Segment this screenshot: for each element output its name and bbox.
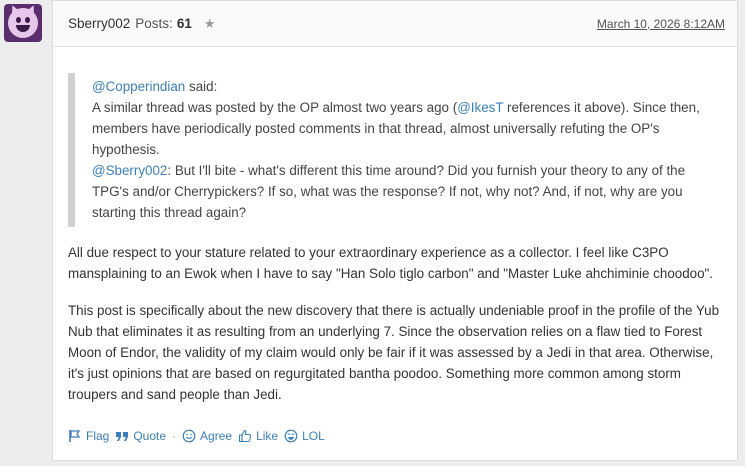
author-username[interactable]: Sberry002 (68, 16, 130, 31)
flag-icon (68, 429, 82, 443)
post-timestamp-link[interactable]: March 10, 2026 8:12AM (597, 17, 725, 31)
quote-text-part: A similar thread was posted by the OP al… (92, 100, 458, 115)
quote-author-mention[interactable]: @Copperindian (92, 79, 185, 94)
star-icon: ★ (203, 15, 216, 31)
smile-icon (182, 429, 196, 443)
like-label: Like (256, 429, 279, 443)
lol-button[interactable]: LOL (284, 429, 325, 443)
quote-attribution: @Copperindian said: (92, 76, 722, 97)
said-label: said: (189, 79, 218, 94)
post-paragraph: All due respect to your stature related … (68, 245, 714, 281)
quote-text: A similar thread was posted by the OP al… (92, 97, 722, 160)
quote-marks-icon (115, 429, 129, 443)
quote-reply: @Sberry002: But I'll bite - what's diffe… (92, 160, 722, 223)
comment-post: Sberry002 Posts: 61 ★ March 10, 2026 8:1… (52, 0, 738, 461)
agree-button[interactable]: Agree (182, 429, 232, 443)
quote-label: Quote (133, 429, 167, 443)
lol-label: LOL (302, 429, 325, 443)
inline-mention-link[interactable]: @IkesT (457, 100, 503, 115)
post-actions: Flag Quote · Agree Like LOL (68, 429, 331, 443)
thumbs-up-icon (238, 429, 252, 443)
quote-button[interactable]: Quote (115, 429, 166, 443)
quote-reply-text: : But I'll bite - what's different this … (92, 163, 686, 220)
avatar[interactable] (4, 4, 42, 42)
actions-separator: · (172, 429, 177, 443)
agree-label: Agree (200, 429, 233, 443)
post-body: @Copperindian said: A similar thread was… (53, 47, 737, 405)
post-header: Sberry002 Posts: 61 ★ March 10, 2026 8:1… (53, 1, 737, 47)
reply-mention-link[interactable]: @Sberry002 (92, 163, 167, 178)
avatar-face-icon (8, 4, 38, 38)
flag-label: Flag (86, 429, 110, 443)
post-paragraph: This post is specifically about the new … (68, 303, 720, 402)
flag-button[interactable]: Flag (68, 429, 109, 443)
posts-label: Posts: (135, 16, 173, 31)
laughing-face-icon (284, 429, 298, 443)
posts-count: 61 (176, 16, 192, 31)
like-button[interactable]: Like (238, 429, 278, 443)
blockquote: @Copperindian said: A similar thread was… (68, 73, 722, 227)
